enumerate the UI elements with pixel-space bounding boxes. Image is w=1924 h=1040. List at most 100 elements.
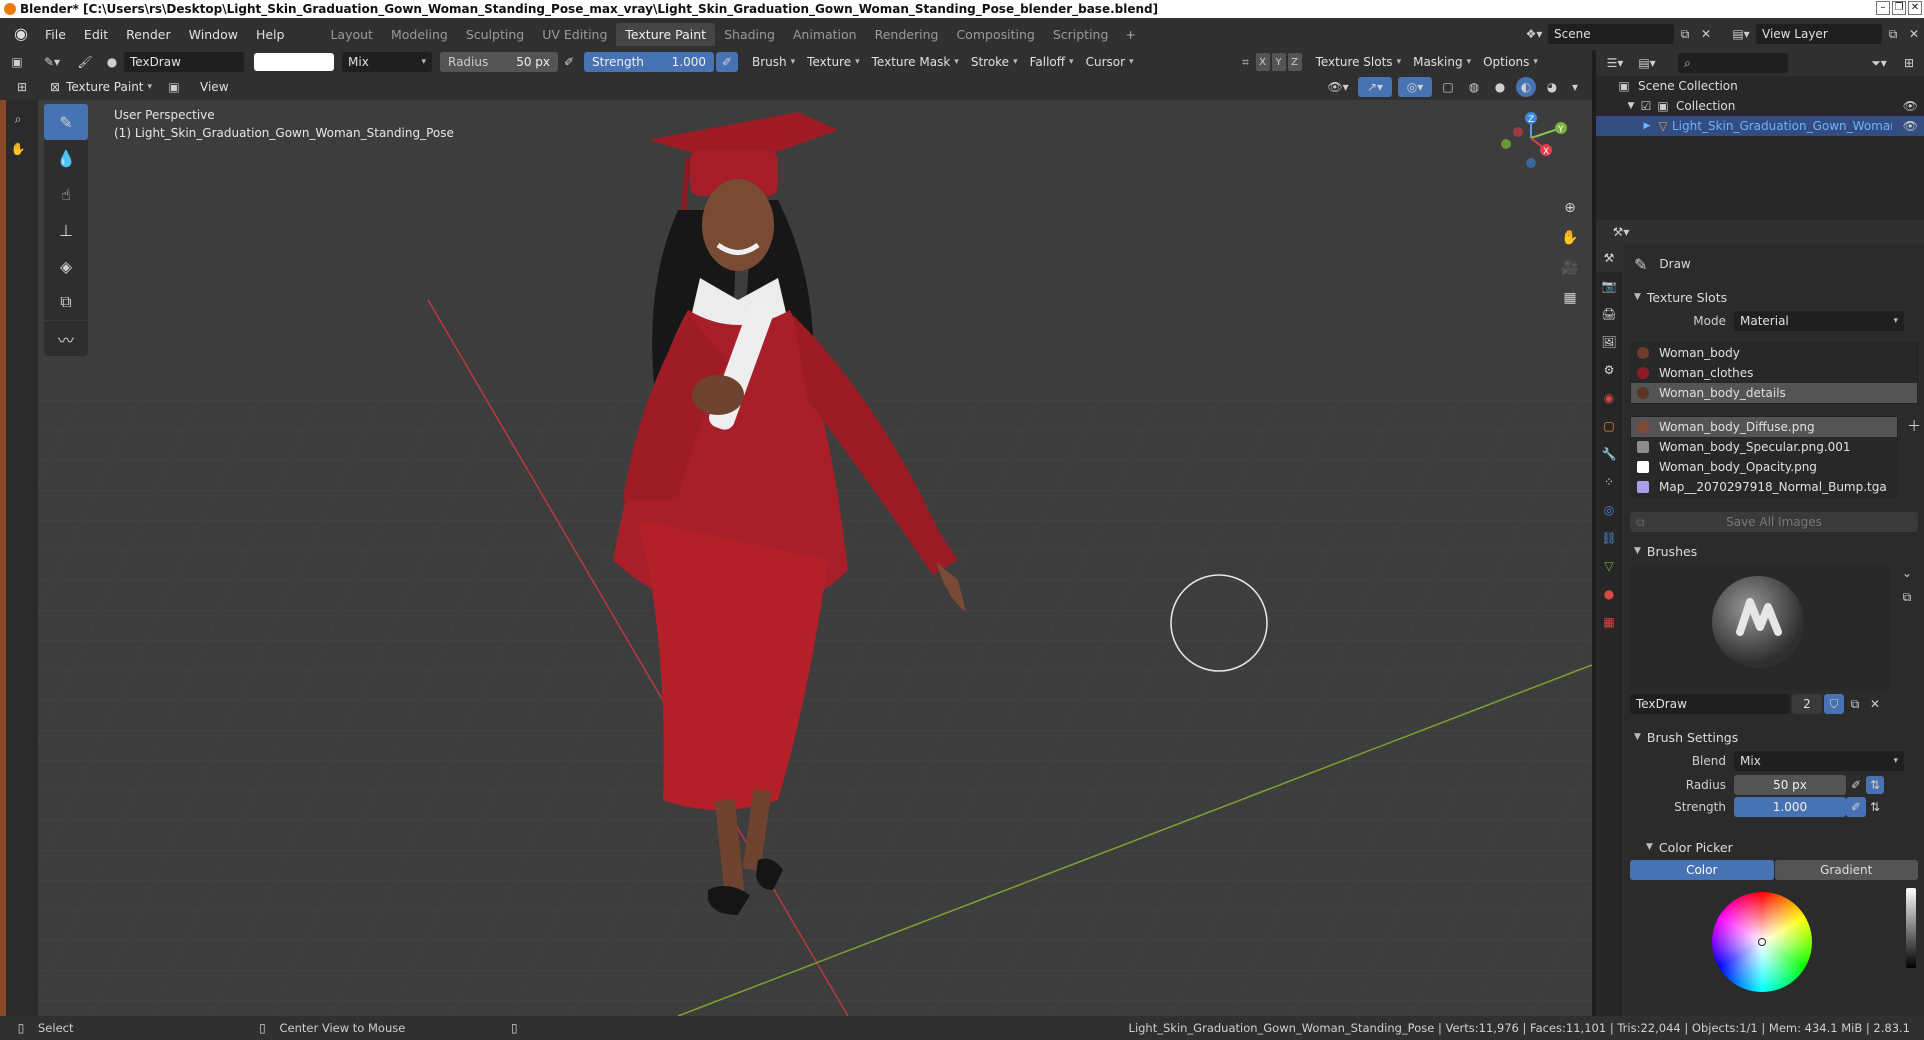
solid-shading-icon[interactable]: ● bbox=[1490, 80, 1510, 94]
brush-icon[interactable]: 🖌 bbox=[70, 55, 100, 69]
overlay-icon[interactable]: ◎▾ bbox=[1398, 77, 1432, 97]
constraints-tab-icon[interactable]: ⛓ bbox=[1596, 524, 1622, 552]
world-tab-icon[interactable]: ◉ bbox=[1596, 384, 1622, 412]
color-picker-header[interactable]: ▼ Color Picker bbox=[1624, 834, 1924, 860]
expand-arrow-icon[interactable]: ▼ bbox=[1624, 101, 1638, 111]
menu-render[interactable]: Render bbox=[117, 27, 180, 42]
checkbox-icon[interactable]: ☑ bbox=[1638, 99, 1654, 113]
editor-type-icon-2[interactable]: ⊞ bbox=[0, 80, 44, 94]
mirror-icon[interactable]: ⌗ bbox=[1236, 55, 1256, 70]
tab-scripting[interactable]: Scripting bbox=[1044, 23, 1118, 46]
radius-slider[interactable]: Radius 50 px bbox=[440, 52, 558, 72]
texture-image-item[interactable]: Map__2070297918_Normal_Bump.tga bbox=[1631, 477, 1897, 497]
material-slot-item[interactable]: Woman_body_details bbox=[1631, 383, 1917, 403]
brush-blend-dropdown[interactable]: Mix ▾ bbox=[1734, 751, 1904, 771]
zoom-icon[interactable]: ⊕ bbox=[1558, 196, 1582, 220]
brush-name-field[interactable]: TexDraw bbox=[124, 52, 244, 72]
menu-texture-slots[interactable]: Texture Slots ▾ bbox=[1310, 52, 1408, 72]
pan-hand-icon[interactable]: ✋ bbox=[1558, 226, 1582, 250]
tab-compositing[interactable]: Compositing bbox=[947, 23, 1043, 46]
maximize-icon[interactable]: ❐ bbox=[1892, 1, 1906, 15]
duplicate-brush-icon[interactable]: ⧉ bbox=[1846, 697, 1864, 712]
shading-options-icon[interactable]: ▾ bbox=[1568, 80, 1582, 94]
gradient-tab[interactable]: Gradient bbox=[1774, 860, 1918, 880]
outliner-scene-collection[interactable]: ▣ Scene Collection bbox=[1596, 76, 1924, 96]
tool-dropdown-icon[interactable]: ✎▾ bbox=[34, 55, 70, 69]
brushes-header[interactable]: ▼ Brushes bbox=[1624, 538, 1924, 564]
menu-file[interactable]: File bbox=[36, 27, 75, 42]
color-tab[interactable]: Color bbox=[1630, 860, 1774, 880]
menu-masking[interactable]: Masking ▾ bbox=[1407, 52, 1477, 72]
brush-preview[interactable] bbox=[1630, 564, 1890, 690]
color-wheel-cursor[interactable] bbox=[1758, 938, 1766, 946]
scene-name-field[interactable]: Scene bbox=[1548, 24, 1674, 44]
navigation-gizmo[interactable]: Z Y X bbox=[1476, 108, 1586, 188]
new-scene-icon[interactable]: ⧉ bbox=[1674, 27, 1696, 42]
strength-pen-icon[interactable]: ✐ bbox=[1846, 797, 1866, 817]
texture-image-item[interactable]: Woman_body_Diffuse.png bbox=[1631, 417, 1898, 437]
mode-dropdown[interactable]: ⊠ Texture Paint ▾ bbox=[44, 77, 158, 97]
view-layer-field[interactable]: View Layer bbox=[1756, 24, 1882, 44]
smear-tool-icon[interactable]: ☝ bbox=[44, 176, 88, 212]
scene-browse-icon[interactable]: ❖▾ bbox=[1520, 27, 1548, 41]
tab-modeling[interactable]: Modeling bbox=[382, 23, 457, 46]
blend-mode-dropdown[interactable]: Mix ▾ bbox=[342, 52, 432, 72]
fake-user-shield-icon[interactable]: ⛉ bbox=[1824, 694, 1844, 714]
annotate-tool-icon[interactable]: 〰 bbox=[44, 320, 88, 356]
ortho-grid-icon[interactable]: ▦ bbox=[1558, 286, 1582, 310]
unlink-brush-icon[interactable]: ✕ bbox=[1866, 697, 1884, 711]
visibility-icon[interactable]: 👁▾ bbox=[1324, 80, 1352, 94]
brush-radius-slider[interactable]: 50 px bbox=[1734, 775, 1846, 795]
material-shading-icon[interactable]: ◐ bbox=[1516, 77, 1536, 97]
modifier-tab-icon[interactable]: 🔧 bbox=[1596, 440, 1622, 468]
menu-texture[interactable]: Texture ▾ bbox=[801, 52, 865, 72]
delete-view-layer-icon[interactable]: ✕ bbox=[1904, 27, 1924, 41]
brush-strength-slider[interactable]: 1.000 bbox=[1734, 797, 1846, 817]
tab-sculpting[interactable]: Sculpting bbox=[457, 23, 533, 46]
soften-tool-icon[interactable]: 💧 bbox=[44, 140, 88, 176]
view-layer-browse-icon[interactable]: ▤▾ bbox=[1726, 27, 1756, 41]
brush-menu-icon[interactable]: ⌄ bbox=[1898, 566, 1916, 580]
output-tab-icon[interactable]: 🖨 bbox=[1596, 300, 1622, 328]
menu-edit[interactable]: Edit bbox=[75, 27, 117, 42]
texture-slots-header[interactable]: ▼ Texture Slots bbox=[1624, 284, 1924, 310]
wireframe-shading-icon[interactable]: ◍ bbox=[1464, 80, 1484, 94]
close-icon[interactable]: ✕ bbox=[1908, 1, 1922, 15]
display-mode-icon[interactable]: ▤▾ bbox=[1634, 56, 1660, 70]
radius-unified-icon[interactable]: ⇅ bbox=[1866, 776, 1884, 794]
mirror-axis-x[interactable]: X bbox=[1255, 53, 1270, 71]
physics-tab-icon[interactable]: ◎ bbox=[1596, 496, 1622, 524]
texture-image-item[interactable]: Woman_body_Specular.png.001 bbox=[1631, 437, 1897, 457]
material-slot-item[interactable]: Woman_clothes bbox=[1631, 363, 1917, 383]
mirror-axis-z[interactable]: Z bbox=[1287, 53, 1302, 71]
properties-editor-icon[interactable]: ⚒▾ bbox=[1608, 225, 1634, 239]
tab-animation[interactable]: Animation bbox=[784, 23, 866, 46]
fill-tool-icon[interactable]: ◈ bbox=[44, 248, 88, 284]
value-slider[interactable] bbox=[1906, 888, 1916, 968]
draw-tool-icon[interactable]: ✎ bbox=[44, 104, 88, 140]
filter-icon[interactable]: ⏷▾ bbox=[1866, 56, 1892, 71]
side-hand-icon[interactable]: ✋ bbox=[8, 142, 28, 156]
outliner-search-input[interactable]: ⌕ bbox=[1678, 53, 1788, 73]
add-workspace-icon[interactable]: + bbox=[1117, 27, 1143, 42]
brush-color-swatch[interactable] bbox=[254, 53, 334, 71]
texture-tab-icon[interactable]: ▦ bbox=[1596, 608, 1622, 636]
new-view-layer-icon[interactable]: ⧉ bbox=[1882, 27, 1904, 42]
editor-type-icon[interactable]: ▣ bbox=[0, 55, 34, 69]
particles-tab-icon[interactable]: ⁘ bbox=[1596, 468, 1622, 496]
menu-options[interactable]: Options ▾ bbox=[1477, 52, 1544, 72]
menu-window[interactable]: Window bbox=[180, 27, 247, 42]
tab-layout[interactable]: Layout bbox=[321, 23, 382, 46]
tab-texture-paint[interactable]: Texture Paint bbox=[616, 22, 716, 46]
object-tab-icon[interactable]: ▢ bbox=[1596, 412, 1622, 440]
outliner-editor-icon[interactable]: ☰▾ bbox=[1602, 56, 1628, 70]
tab-uv-editing[interactable]: UV Editing bbox=[533, 23, 616, 46]
side-navigate-icon[interactable]: ⌕ bbox=[8, 112, 28, 127]
material-tab-icon[interactable]: ● bbox=[1596, 580, 1622, 608]
slot-mode-dropdown[interactable]: Material ▾ bbox=[1734, 311, 1904, 331]
tool-tab-icon[interactable]: ⚒ bbox=[1596, 244, 1622, 272]
3d-viewport[interactable]: User Perspective (1) Light_Skin_Graduati… bbox=[38, 100, 1592, 1016]
slots-toggle-icon[interactable]: ▣ bbox=[162, 80, 186, 94]
menu-stroke[interactable]: Stroke ▾ bbox=[965, 52, 1024, 72]
mirror-axis-y[interactable]: Y bbox=[1271, 53, 1286, 71]
